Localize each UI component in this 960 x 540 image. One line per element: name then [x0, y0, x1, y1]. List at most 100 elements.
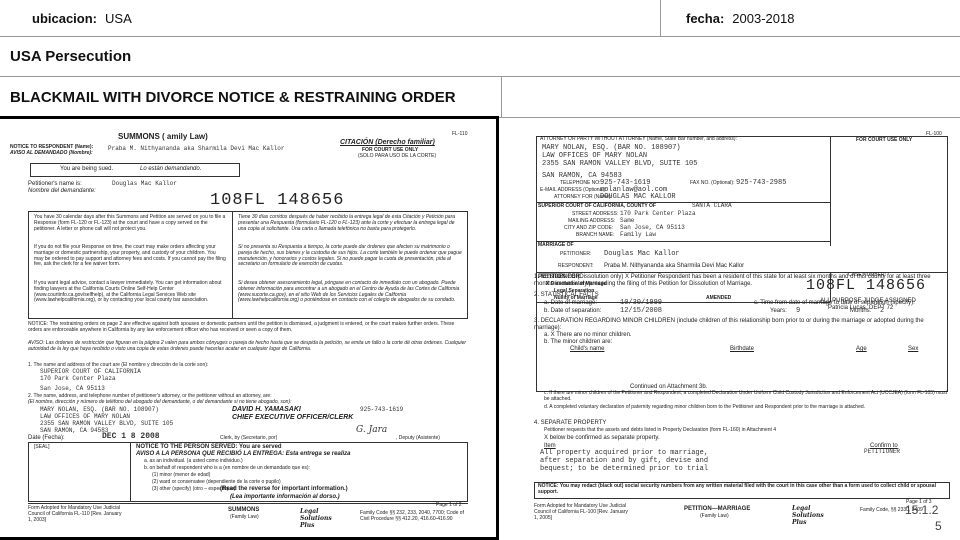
petition-col-sex: Sex — [908, 346, 919, 352]
served-a: a. as an individual. (a usted como indiv… — [144, 458, 243, 464]
petition-s2a-label: a. Date of marriage: — [544, 300, 598, 306]
summons-reverse-es: (Lea importante información al dorso.) — [230, 494, 340, 500]
petition-col-age: Age — [856, 346, 867, 352]
petition-attorney-for: DOUGLAS MAC KALLOR — [600, 193, 676, 201]
petition-s2: 2. STATISTICAL FACTS — [534, 292, 599, 298]
petition-footer-form: PETITION—MARRIAGE — [684, 506, 751, 512]
summons-court-addr2: San Jose, CA 95113 — [40, 385, 105, 392]
summons-court-use-es: (SOLO PARA USO DE LA CORTE) — [358, 153, 437, 159]
summons-officer-title: CHIEF EXECUTIVE OFFICER/CLERK — [232, 414, 354, 421]
petition-s3a: a. X There are no minor children. — [544, 332, 632, 338]
petition-county: SANTA CLARA — [692, 202, 732, 209]
petition-caption-divider — [830, 136, 831, 246]
header-row-meta: ubicacion: USA fecha: 2003-2018 — [0, 0, 960, 37]
petition-branch: Family Law — [620, 231, 657, 238]
petition-col-birth: Birthdate — [730, 346, 755, 352]
petition-attorney-label: ATTORNEY OR PARTY WITHOUT ATTORNEY (Name… — [540, 136, 737, 142]
summons-petitioner-name: Douglas Mac Kallor — [112, 180, 177, 187]
doc-title-divider — [501, 77, 502, 117]
petition-notice: NOTICE: You may redact (black out) socia… — [538, 483, 936, 495]
summons-date-value: DEC 1 8 2008 — [102, 432, 160, 441]
summons-clerk-signature: G. Jara — [356, 425, 388, 435]
summons-atty4: SAN RAMON, CA 94583 — [40, 427, 109, 434]
summons-sued-es: Lo están demandando. — [140, 166, 202, 172]
petition-mailing-label: MAILING ADDRESS: — [568, 218, 616, 224]
summons-footer-page: Page 1 of 2 — [436, 502, 462, 508]
header-row-section: USA Persecution — [0, 37, 960, 77]
summons-atty-phone: 925-743-1619 — [360, 406, 404, 413]
petition-s3d: d. A completed voluntary declaration of … — [544, 404, 866, 410]
petition-fax-label: FAX NO. (Optional): — [690, 180, 735, 186]
summons-footer-form: SUMMONS — [228, 507, 260, 513]
petition-s2b: 12/15/2008 — [620, 307, 663, 315]
summons-petitioner-label: Petitioner's name is: — [28, 181, 82, 187]
petition-branch-label: BRANCH NAME: — [576, 232, 615, 238]
summons-para3-es: Si desea obtener asesoramiento legal, pó… — [238, 280, 460, 304]
petition-s3c: c. If there are minor children of the Pe… — [544, 390, 947, 402]
petition-s3b: b. The minor children are: — [544, 339, 613, 345]
petition-s4text: Petitioner requests that the assets and … — [544, 427, 777, 433]
summons-legal-logo: Legal Solutions Plus — [300, 508, 332, 529]
petition-tel-label: TELEPHONE NO: — [560, 180, 601, 186]
petition-prop3: bequest; to be determined prior to trial — [540, 465, 709, 473]
summons-respondent-name: Praba M. Nithyananda aka Sharmila Devi M… — [108, 145, 285, 152]
summons-deputy: , Deputy (Asistente) — [396, 435, 440, 441]
served-title: NOTICE TO THE PERSON SERVED: You are ser… — [136, 444, 282, 450]
section-title: USA Persecution — [10, 48, 132, 65]
petition-respondent-label: RESPONDENT: — [558, 263, 594, 269]
served-b: b. on behalf of respondent who is a (en … — [144, 465, 310, 471]
petition-col-name: Child's name — [570, 346, 605, 352]
petition-prop1: All property acquired prior to marriage, — [540, 449, 709, 457]
summons-footer-left: Form Adopted for Mandatory Use Judicial … — [28, 505, 122, 523]
petition-superior: SUPERIOR COURT OF CALIFORNIA, COUNTY OF — [538, 203, 656, 209]
petition-years: 9 — [796, 307, 801, 315]
petition-street-label: STREET ADDRESS: — [572, 211, 619, 217]
fecha-value: 2003-2018 — [732, 10, 795, 26]
summons-footer-form-es: (Family Law) — [230, 514, 259, 520]
petition-s3: 3. DECLARATION REGARDING MINOR CHILDREN … — [534, 318, 924, 331]
petition-years-label: Years: — [770, 308, 787, 314]
summons-sued: You are being sued. — [60, 166, 114, 172]
petition-city-label: CITY AND ZIP CODE: — [564, 225, 614, 231]
slide-page-number: 5 — [935, 519, 942, 533]
petition-s1: 1. RESIDENCE (Dissolution only) X Petiti… — [534, 274, 931, 287]
header-divider — [660, 0, 661, 36]
doc-title: BLACKMAIL WITH DIVORCE NOTICE & RESTRAIN… — [10, 88, 456, 106]
slide-reference: 15.1.2 — [905, 503, 939, 517]
summons-reverse: (Read the reverse for important informat… — [220, 486, 348, 492]
fecha-label: fecha: — [686, 10, 725, 26]
petition-email-label: E-MAIL ADDRESS (Optional): — [540, 187, 607, 193]
fecha-cell: fecha: 2003-2018 — [676, 0, 956, 36]
petition-s4below: X below be confirmed as separate propert… — [544, 435, 660, 441]
petition-atty2: LAW OFFICES OF MARY NOLAN — [542, 152, 648, 160]
petition-rule-2 — [536, 241, 830, 242]
header-row-doc-title: BLACKMAIL WITH DIVORCE NOTICE & RESTRAIN… — [0, 77, 960, 118]
petition-confirm-to: PETITIONER — [864, 448, 901, 455]
served-divider — [130, 442, 131, 502]
summons-citacion: CITACIÓN (Derecho familiar) — [340, 139, 435, 146]
petition-atty3: 2355 SAN RAMON VALLEY BLVD, SUITE 105 — [542, 160, 698, 168]
petition-fax: 925-743-2985 — [736, 179, 787, 187]
ubicacion-label: ubicacion: — [32, 10, 98, 26]
ubicacion-cell: ubicacion: USA — [22, 0, 662, 36]
petition-petitioner: Douglas Mac Kallor — [604, 250, 680, 258]
petition-body: 1. RESIDENCE (Dissolution only) X Petiti… — [530, 272, 960, 530]
summons-court-addr1: 170 Park Center Plaza — [40, 375, 116, 382]
served-2: (2) ward or conservatee (dependiente de … — [152, 479, 281, 485]
instructions-divider — [232, 211, 233, 319]
summons-clerk-label: Clerk, by (Secretario, por) — [220, 435, 278, 441]
summons-officer: DAVID H. YAMASAKI — [232, 406, 301, 413]
summons-form-no: FL-110 — [452, 131, 468, 137]
petition-petitioner-label: PETITIONER: — [560, 251, 592, 257]
petition-respondent: Praba M. Nithyananda aka Sharmila Devi M… — [604, 263, 745, 269]
petition-months: 2 — [880, 307, 885, 315]
summons-para2: If you do not file your Response on time… — [34, 244, 226, 268]
served-1: (1) minor (menor de edad) — [152, 472, 211, 478]
served-title-es: AVISO A LA PERSONA QUE RECIBIÓ LA ENTREG… — [136, 451, 351, 457]
petition-s2b-label: b. Date of separation: — [544, 308, 602, 314]
summons-petitioner-label-es: Nombre del demandante: — [28, 188, 96, 194]
summons-document: FL-110 SUMMONS ( amily Law) CITACIÓN (De… — [0, 116, 499, 540]
summons-footer-right: Family Code §§ 232, 233, 2040, 7700; Cod… — [360, 510, 464, 522]
summons-notice: NOTICE: The restraining orders on page 2… — [28, 321, 455, 333]
petition-s2a: 10/30/1999 — [620, 299, 663, 307]
